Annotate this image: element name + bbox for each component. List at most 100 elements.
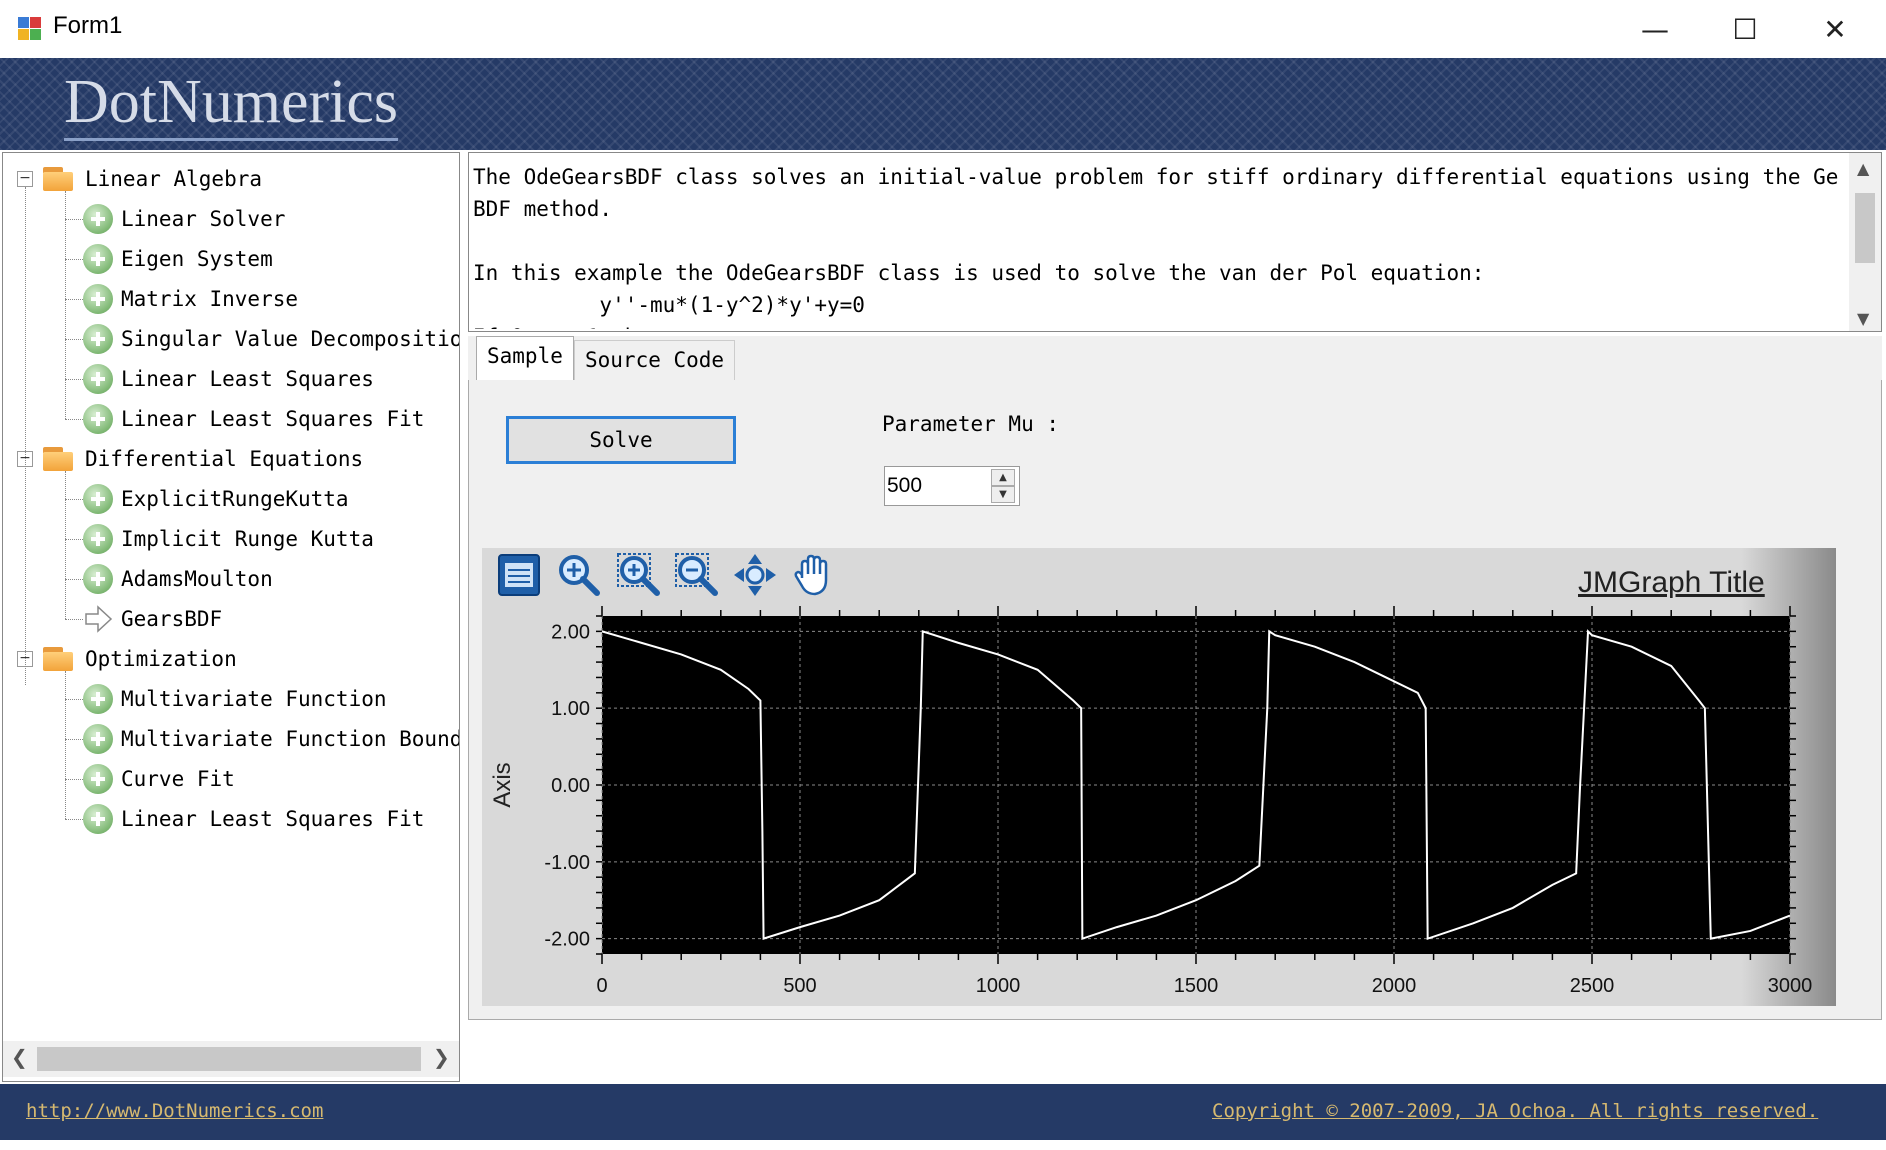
tree-item[interactable]: Singular Value Decomposition: [83, 321, 460, 357]
tab-sample[interactable]: Sample: [476, 336, 574, 381]
y-tick-label: 0.00: [551, 775, 590, 797]
app-icon: [18, 17, 42, 41]
x-tick-label: 1500: [1174, 975, 1219, 997]
tree-group[interactable]: − Optimization: [17, 641, 237, 677]
plus-icon: [83, 684, 113, 714]
tree-item[interactable]: Linear Least Squares Fit: [83, 401, 424, 437]
tree-item[interactable]: Multivariate Function Bounds: [83, 721, 460, 757]
hand-button[interactable]: [790, 552, 836, 598]
chart-plot[interactable]: 0 500 1000 1500 2000 2500 3000 2.00 1.00 0.00 -1.0…: [482, 600, 1822, 1000]
tree-group-label: Optimization: [85, 647, 237, 671]
tree-item-label: Linear Solver: [121, 207, 286, 231]
folder-icon: [43, 447, 73, 471]
move-arrows-icon: [734, 554, 776, 596]
tree-item-label: Matrix Inverse: [121, 287, 299, 311]
zoom-in-button[interactable]: [556, 552, 602, 598]
pan-button[interactable]: [732, 552, 778, 598]
close-icon: ✕: [1823, 12, 1847, 46]
plus-icon: [83, 524, 113, 554]
x-axis-label: Axis: [1171, 996, 1220, 1000]
description-vertical-scrollbar[interactable]: ▲ ▼: [1849, 153, 1881, 331]
brand-logo-text: DotNumerics: [64, 66, 399, 141]
x-tick-label: 0: [596, 975, 607, 997]
x-tick-label: 2500: [1570, 975, 1615, 997]
scrollbar-thumb[interactable]: [1855, 193, 1875, 263]
tree-horizontal-scrollbar[interactable]: ❮ ❯: [3, 1041, 459, 1077]
window-title: Form1: [53, 12, 123, 39]
tree-group-label: Linear Algebra: [85, 167, 263, 191]
plus-icon: [83, 564, 113, 594]
folder-icon: [43, 167, 73, 191]
zoom-out-icon: [675, 553, 718, 596]
collapse-icon[interactable]: −: [17, 171, 33, 187]
y-tick-label: 1.00: [551, 698, 590, 720]
tree-item-label: Curve Fit: [121, 767, 235, 791]
y-tick-label: 2.00: [551, 621, 590, 643]
plus-icon: [83, 364, 113, 394]
tree-item-label: AdamsMoulton: [121, 567, 273, 591]
scroll-down-icon[interactable]: ▼: [1857, 309, 1869, 328]
zoom-out-button[interactable]: [674, 552, 720, 598]
tree-item[interactable]: Curve Fit: [83, 761, 235, 797]
graph-properties-icon: [498, 554, 540, 596]
plus-icon: [83, 284, 113, 314]
tree-group[interactable]: − Differential Equations: [17, 441, 363, 477]
scroll-up-icon[interactable]: ▲: [1857, 159, 1869, 178]
plus-icon: [83, 484, 113, 514]
zoom-box-button[interactable]: [616, 552, 662, 598]
tab-bar: Sample Source Code: [468, 336, 1882, 381]
tree-item[interactable]: GearsBDF: [83, 601, 222, 637]
folder-icon: [43, 647, 73, 671]
tree-item[interactable]: Linear Solver: [83, 201, 285, 237]
tree-item[interactable]: Linear Least Squares Fit: [83, 801, 424, 837]
maximize-button[interactable]: ☐: [1700, 0, 1790, 58]
tree-item[interactable]: Implicit Runge Kutta: [83, 521, 374, 557]
tree-item[interactable]: Eigen System: [83, 241, 273, 277]
tree-item[interactable]: ExplicitRungeKutta: [83, 481, 349, 517]
navigation-tree-panel: − Linear Algebra Linear Solver Eigen System…: [2, 152, 460, 1082]
x-tick-label: 1000: [976, 975, 1021, 997]
scroll-left-icon[interactable]: ❮: [11, 1045, 28, 1069]
zoom-box-icon: [617, 553, 660, 596]
tree-item-label: ExplicitRungeKutta: [121, 487, 349, 511]
hand-icon: [794, 554, 828, 596]
parameter-mu-spinner[interactable]: ▲ ▼: [884, 466, 1020, 506]
tree-item[interactable]: Multivariate Function: [83, 681, 387, 717]
x-tick-label: 500: [783, 975, 816, 997]
plus-icon: [83, 204, 113, 234]
spin-down-icon[interactable]: ▼: [991, 486, 1015, 503]
tree-item-label: Multivariate Function: [121, 687, 387, 711]
plus-icon: [83, 724, 113, 754]
description-text: The OdeGearsBDF class solves an initial-…: [473, 165, 1838, 329]
plus-icon: [83, 764, 113, 794]
plus-icon: [83, 804, 113, 834]
graph-properties-button[interactable]: [496, 552, 542, 598]
parameter-mu-input[interactable]: [885, 467, 985, 505]
parameter-mu-label: Parameter Mu :: [882, 412, 1060, 436]
tree-item[interactable]: Matrix Inverse: [83, 281, 298, 317]
tree-item-label: Linear Least Squares Fit: [121, 407, 425, 431]
tree-group[interactable]: − Linear Algebra: [17, 161, 262, 197]
tree-item-label: Implicit Runge Kutta: [121, 527, 374, 551]
scroll-right-icon[interactable]: ❯: [433, 1045, 450, 1069]
tab-source-code[interactable]: Source Code: [574, 340, 736, 380]
arrow-right-icon: [85, 605, 113, 633]
scrollbar-thumb[interactable]: [37, 1047, 421, 1071]
spin-up-icon[interactable]: ▲: [991, 469, 1015, 486]
tree-item[interactable]: AdamsMoulton: [83, 561, 273, 597]
navigation-tree: − Linear Algebra Linear Solver Eigen System…: [3, 153, 459, 1043]
solve-button[interactable]: Solve: [506, 416, 736, 464]
tree-item-label: Singular Value Decomposition: [121, 327, 460, 351]
copyright-link[interactable]: Copyright © 2007-2009, JA Ochoa. All rig…: [1212, 1100, 1886, 1122]
tree-item-label: GearsBDF: [121, 607, 223, 631]
tree-item-label: Multivariate Function Bounds: [121, 727, 460, 751]
y-tick-label: -2.00: [544, 929, 590, 951]
close-button[interactable]: ✕: [1790, 0, 1880, 58]
y-tick-label: -1.00: [544, 852, 590, 874]
x-tick-label: 3000: [1768, 975, 1813, 997]
description-textbox[interactable]: The OdeGearsBDF class solves an initial-…: [468, 152, 1882, 332]
tree-item-label: Eigen System: [121, 247, 273, 271]
tree-item[interactable]: Linear Least Squares: [83, 361, 374, 397]
website-link[interactable]: http://www.DotNumerics.com: [26, 1100, 323, 1122]
minimize-button[interactable]: —: [1610, 0, 1700, 58]
